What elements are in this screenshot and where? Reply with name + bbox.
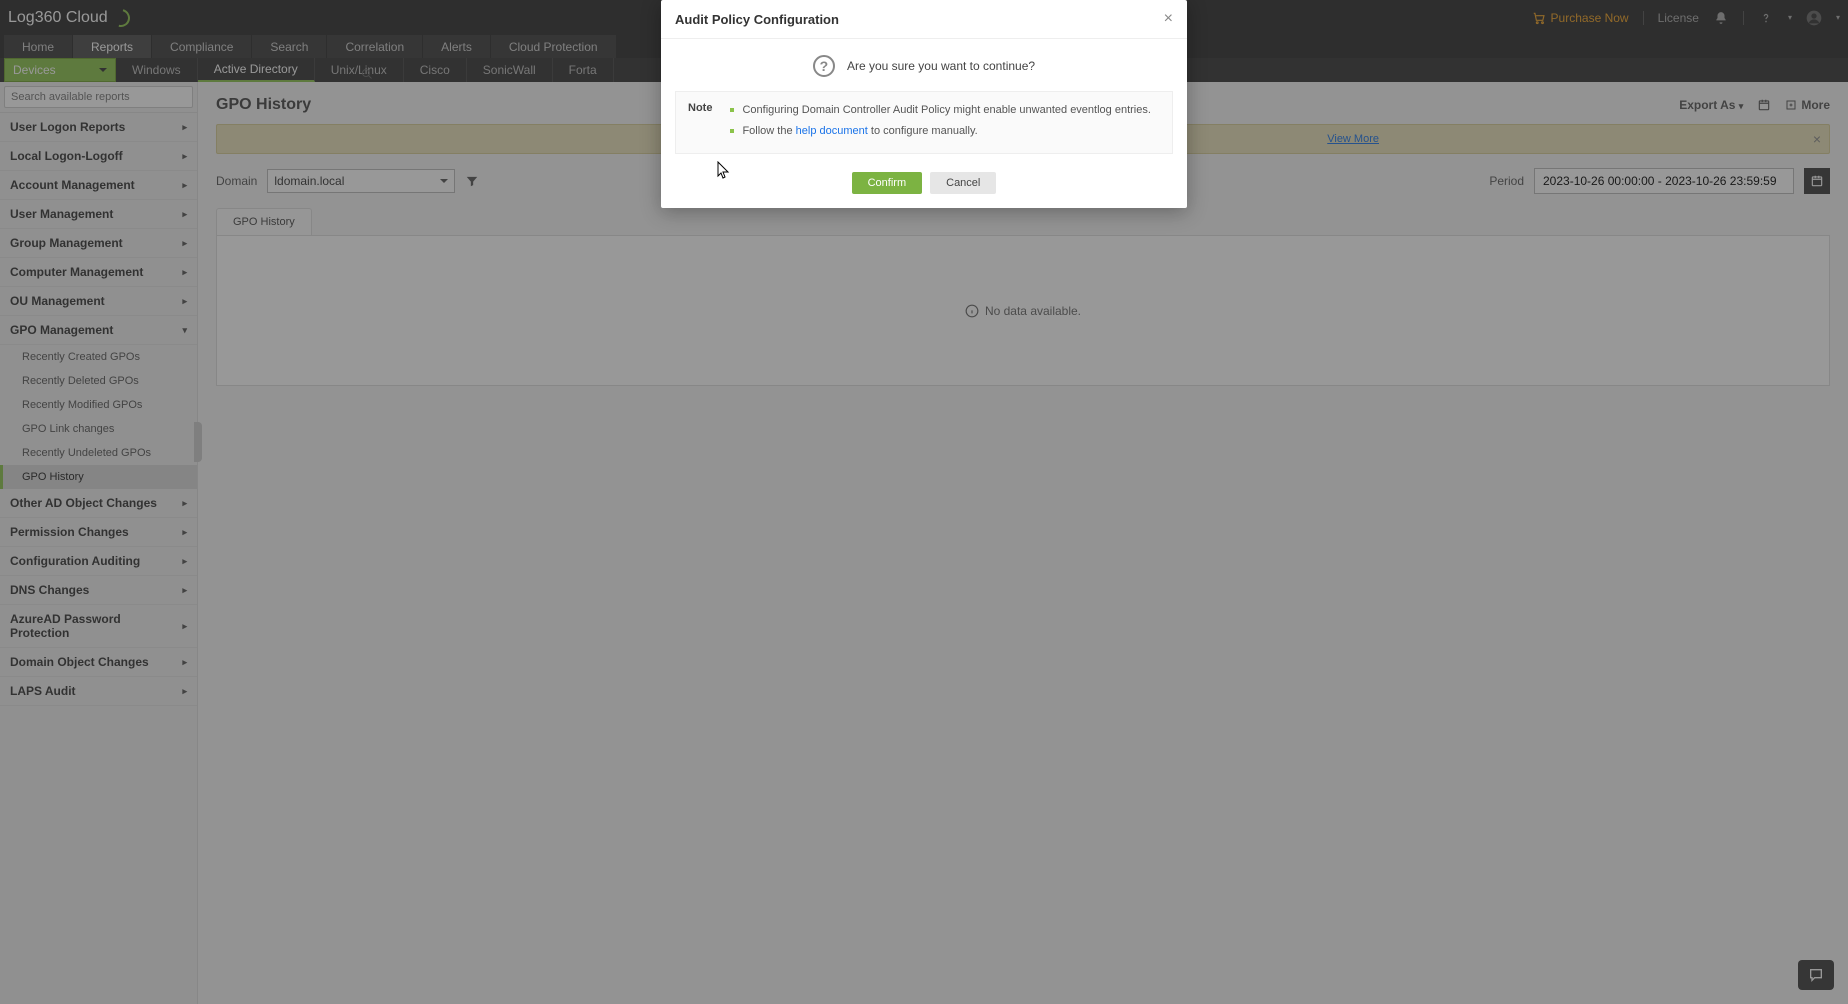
modal-title: Audit Policy Configuration: [675, 12, 839, 27]
modal-footer: Confirm Cancel: [661, 162, 1187, 208]
confirm-row: ? Are you sure you want to continue?: [675, 55, 1173, 77]
confirm-question: Are you sure you want to continue?: [847, 59, 1035, 73]
note-list: Configuring Domain Controller Audit Poli…: [730, 102, 1150, 143]
modal-close-icon[interactable]: ×: [1164, 10, 1173, 28]
cancel-button[interactable]: Cancel: [930, 172, 996, 194]
modal-header: Audit Policy Configuration ×: [661, 0, 1187, 39]
note-label: Note: [688, 102, 712, 143]
question-icon: ?: [813, 55, 835, 77]
note-box: Note Configuring Domain Controller Audit…: [675, 91, 1173, 154]
modal-body: ? Are you sure you want to continue? Not…: [661, 39, 1187, 162]
confirm-button[interactable]: Confirm: [852, 172, 923, 194]
note-item: Follow the help document to configure ma…: [730, 123, 1150, 140]
note-item: Configuring Domain Controller Audit Poli…: [730, 102, 1150, 119]
audit-policy-modal: Audit Policy Configuration × ? Are you s…: [661, 0, 1187, 208]
help-document-link[interactable]: help document: [796, 125, 868, 137]
